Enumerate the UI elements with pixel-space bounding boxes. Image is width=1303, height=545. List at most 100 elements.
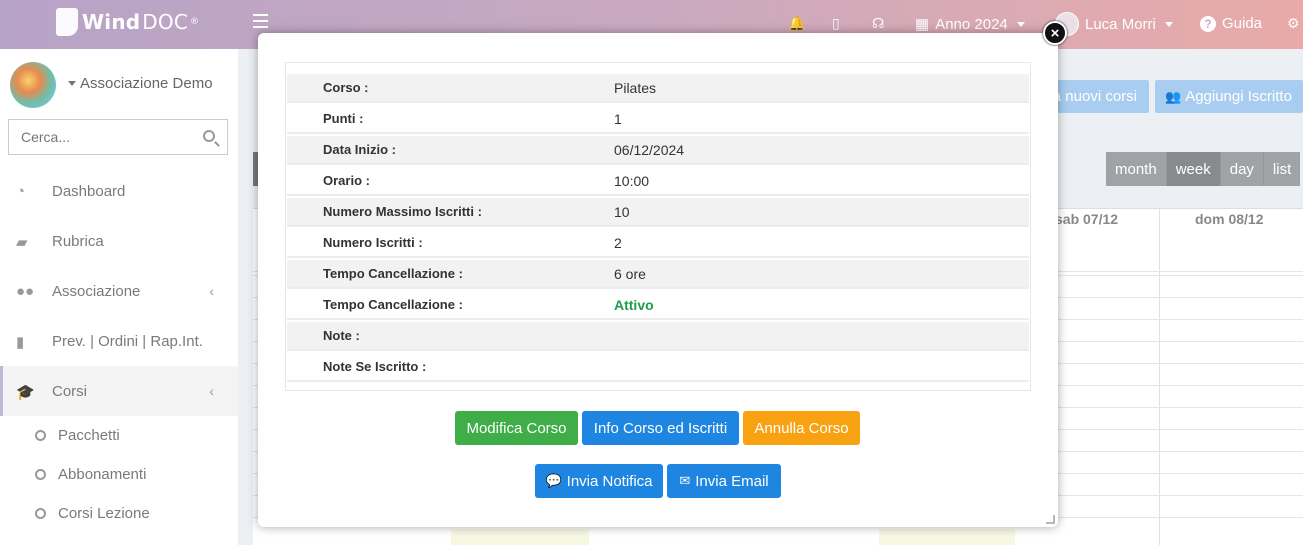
detail-row: Corso : Pilates — [287, 74, 1029, 103]
user-plus-icon: 👥 — [1165, 88, 1182, 104]
detail-row: Note Se Iscritto : — [287, 353, 1029, 382]
help-link[interactable]: ? Guida — [1200, 15, 1262, 32]
sidebar-item-associazione[interactable]: ●● Associazione ‹ — [0, 266, 238, 316]
detail-row: Numero Iscritti : 2 — [287, 229, 1029, 258]
view-label: week — [1175, 160, 1211, 178]
new-courses-label: a nuovi corsi — [1052, 88, 1137, 105]
detail-row: Punti : 1 — [287, 105, 1029, 134]
detail-value: 1 — [614, 110, 622, 127]
detail-key: Orario : — [323, 173, 370, 188]
sidebar-subitem-label: Pacchetti — [58, 426, 120, 444]
cancel-course-button[interactable]: Annulla Corso — [743, 411, 860, 445]
question-circle-icon: ? — [1200, 15, 1216, 32]
sidebar-item-dashboard[interactable]: ◔ Dashboard — [0, 166, 238, 216]
button-label: Annulla Corso — [754, 419, 849, 437]
view-label: list — [1272, 160, 1292, 178]
logo-registered: ® — [190, 17, 200, 27]
sidebar-item-label: Rubrica — [52, 232, 104, 250]
app-logo[interactable]: Wind DOC ® — [56, 8, 199, 36]
headset-icon[interactable]: ☊ — [872, 15, 884, 32]
envelope-icon: ✉ — [679, 473, 691, 488]
add-subscriber-button[interactable]: 👥 Aggiungi Iscritto — [1155, 80, 1303, 113]
view-label: day — [1229, 160, 1254, 178]
gears-icon[interactable]: ⚙ — [1287, 15, 1300, 32]
sidebar-subitem-label: Corsi Lezione — [58, 504, 150, 522]
org-name: Associazione Demo — [80, 75, 213, 92]
sidebar-search — [8, 119, 228, 155]
edit-course-button[interactable]: Modifica Corso — [455, 411, 578, 445]
day-header-sun: dom 08/12 — [1195, 211, 1264, 227]
detail-row: Orario : 10:00 — [287, 167, 1029, 196]
detail-key: Tempo Cancellazione : — [323, 297, 463, 312]
detail-value: Pilates — [614, 79, 657, 96]
add-subscriber-label: Aggiungi Iscritto — [1185, 88, 1292, 105]
detail-row: Numero Massimo Iscritti : 10 — [287, 198, 1029, 227]
detail-key: Punti : — [323, 111, 364, 126]
dashboard-icon: ◔ — [16, 183, 26, 200]
detail-row: Note : — [287, 322, 1029, 351]
resize-handle-icon[interactable] — [1046, 515, 1055, 524]
comments-icon: 💬 — [545, 473, 562, 488]
button-label: Invia Notifica — [566, 472, 653, 490]
detail-value: 2 — [614, 234, 622, 251]
bell-icon[interactable]: 🔔 — [788, 15, 805, 32]
chevron-down-icon — [68, 81, 76, 86]
help-label: Guida — [1222, 15, 1263, 32]
course-info-button[interactable]: Info Corso ed Iscritti — [582, 411, 739, 445]
logo-mark-icon — [56, 8, 78, 36]
sidebar-subitem-label: Abbonamenti — [58, 465, 147, 483]
send-email-button[interactable]: ✉ Invia Email — [667, 464, 781, 498]
sidebar-item-label: Prev. | Ordini | Rap.Int. — [52, 332, 203, 350]
view-week-button[interactable]: week — [1166, 152, 1221, 186]
user-menu[interactable]: Luca Morri — [1055, 12, 1173, 36]
building-icon[interactable]: ▯ — [832, 15, 840, 32]
sidebar-item-corsi[interactable]: 🎓 Corsi ‹ — [0, 366, 238, 416]
close-modal-button[interactable]: × — [1043, 21, 1067, 45]
sidebar-subitem-abbonamenti[interactable]: Abbonamenti — [0, 455, 238, 493]
sidebar-subitem-corsi-lezione[interactable]: Corsi Lezione — [0, 494, 238, 532]
sidebar-item-rubrica[interactable]: ▰ Rubrica — [0, 216, 238, 266]
circle-icon — [35, 429, 46, 441]
org-switcher[interactable]: Associazione Demo — [65, 75, 213, 92]
detail-row: Tempo Cancellazione : 6 ore — [287, 260, 1029, 289]
calendar-icon: ▦ — [915, 16, 930, 33]
detail-key: Numero Iscritti : — [323, 235, 423, 250]
detail-key: Note : — [323, 328, 360, 343]
chevron-down-icon — [1016, 21, 1025, 27]
sidebar-item-documents[interactable]: ▮ Prev. | Ordini | Rap.Int. — [0, 316, 238, 366]
year-selector[interactable]: ▦ Anno 2024 — [915, 15, 1025, 33]
calendar-view-switch: month week day list — [1106, 152, 1301, 186]
send-notification-button[interactable]: 💬 Invia Notifica — [535, 464, 663, 498]
day-header-sat: sab 07/12 — [1055, 211, 1119, 227]
detail-value: 10 — [614, 203, 630, 220]
detail-key: Numero Massimo Iscritti : — [323, 204, 482, 219]
detail-row: Data Inizio : 06/12/2024 — [287, 136, 1029, 165]
detail-row: Tempo Cancellazione : Attivo — [287, 291, 1029, 320]
users-icon: ●● — [16, 283, 35, 300]
detail-value: 06/12/2024 — [614, 141, 685, 158]
book-icon: ▰ — [16, 234, 28, 251]
button-label: Modifica Corso — [466, 419, 567, 437]
sidebar-item-label: Dashboard — [52, 182, 126, 200]
status-value: Attivo — [614, 296, 654, 313]
circle-icon — [35, 468, 46, 480]
menu-toggle-icon[interactable] — [253, 14, 268, 32]
year-label: Anno 2024 — [935, 15, 1008, 33]
view-list-button[interactable]: list — [1263, 152, 1301, 186]
button-label: Info Corso ed Iscritti — [593, 419, 728, 437]
sidebar-item-label: Corsi — [52, 382, 88, 400]
view-label: month — [1115, 160, 1157, 178]
calendar-today-cell — [451, 529, 589, 545]
detail-key: Data Inizio : — [323, 142, 396, 157]
chevron-left-icon: ‹ — [209, 283, 214, 299]
detail-value: 10:00 — [614, 172, 650, 189]
circle-icon — [35, 507, 46, 519]
search-icon[interactable] — [203, 130, 215, 142]
graduation-cap-icon: 🎓 — [16, 384, 35, 401]
search-input[interactable] — [9, 120, 189, 154]
view-month-button[interactable]: month — [1106, 152, 1167, 186]
course-detail-modal: Corso : Pilates Punti : 1 Data Inizio : … — [258, 33, 1058, 527]
view-day-button[interactable]: day — [1220, 152, 1264, 186]
org-avatar-wrap — [10, 62, 56, 108]
sidebar-subitem-pacchetti[interactable]: Pacchetti — [0, 416, 238, 454]
